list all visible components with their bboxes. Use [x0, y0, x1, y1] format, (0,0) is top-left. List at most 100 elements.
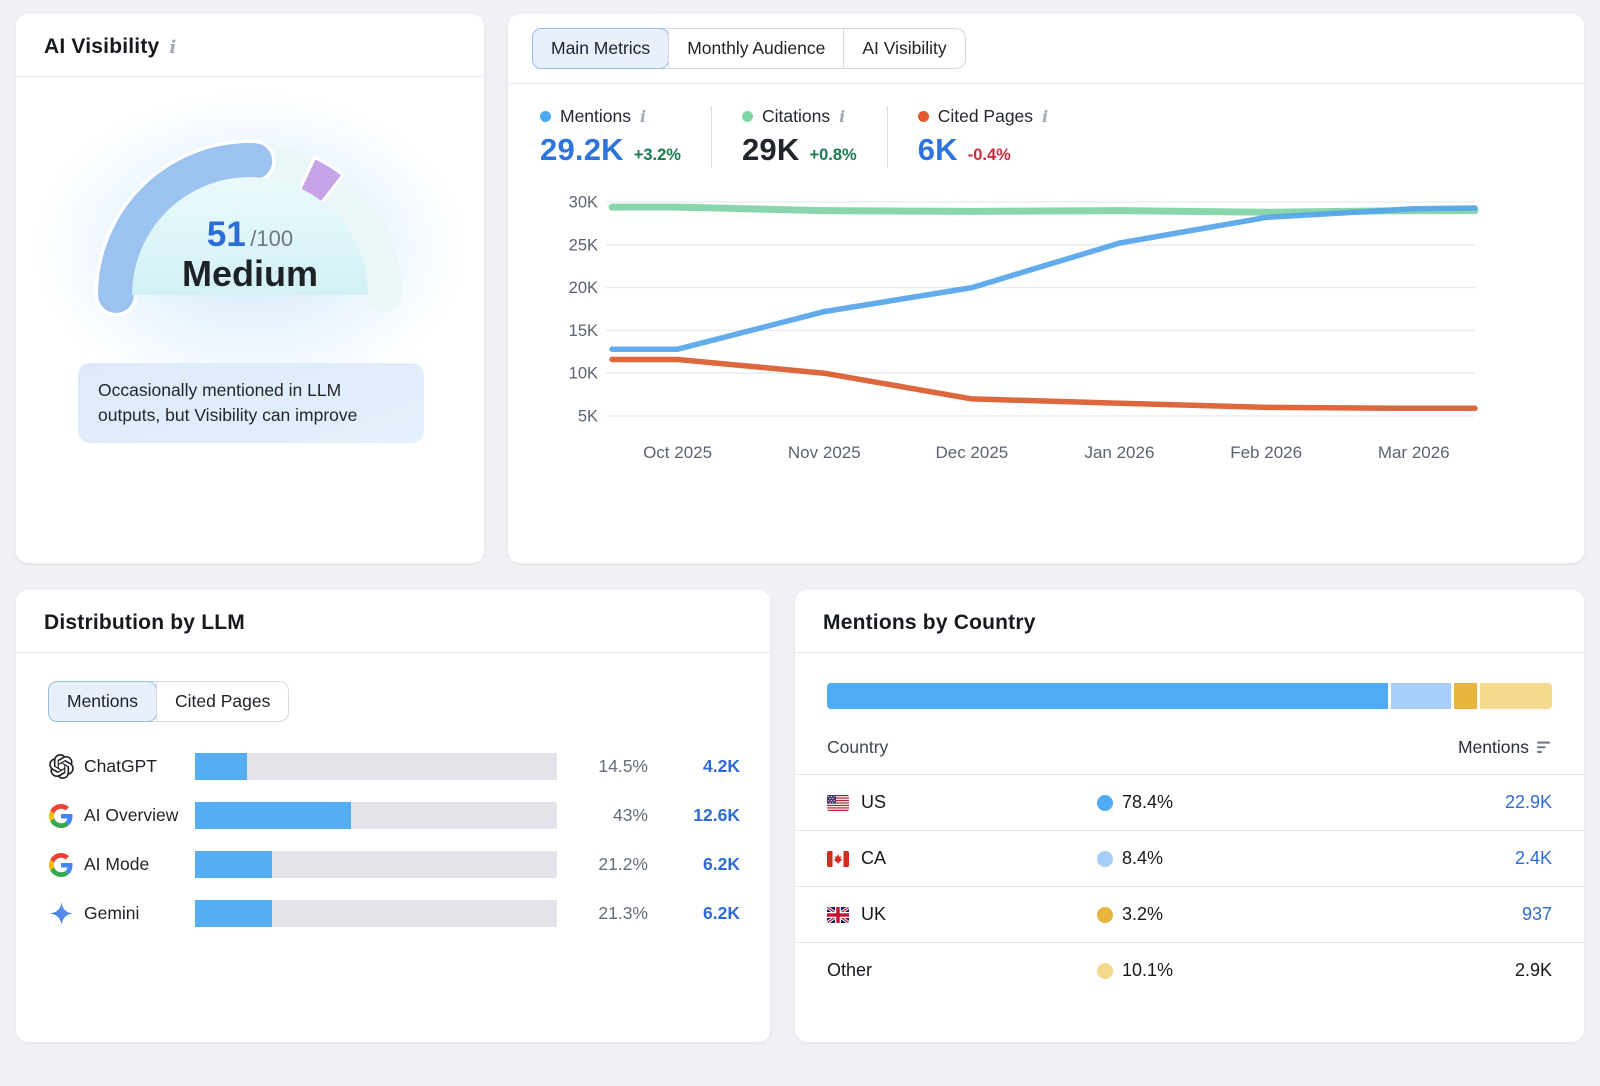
distribution-by-llm-card: Distribution by LLM Mentions Cited Pages…: [16, 590, 770, 1042]
llm-bar-track: [195, 851, 557, 878]
stacked-segment-uk: [1454, 683, 1477, 709]
llm-name: AI Overview: [84, 805, 195, 826]
sort-desc-icon[interactable]: [1537, 741, 1552, 754]
country-row-us: US 78.4% 22.9K: [795, 774, 1584, 830]
svg-text:Nov 2025: Nov 2025: [788, 443, 861, 462]
llm-row-ai-mode: AI Mode 21.2% 6.2K: [16, 840, 770, 889]
llm-name: Gemini: [84, 903, 195, 924]
svg-text:Feb 2026: Feb 2026: [1230, 443, 1302, 462]
tab-ai-visibility[interactable]: AI Visibility: [843, 29, 964, 68]
svg-text:Oct 2025: Oct 2025: [643, 443, 712, 462]
cited-pages-dot-icon: [918, 111, 929, 122]
country-row-ca: CA 8.4% 2.4K: [795, 830, 1584, 886]
llm-row-chatgpt: ChatGPT 14.5% 4.2K: [16, 742, 770, 791]
svg-text:Mar 2026: Mar 2026: [1378, 443, 1450, 462]
metric-label: Citations: [762, 106, 830, 127]
metric-value: 29.2K: [540, 132, 624, 168]
country-table-header: Country Mentions: [795, 709, 1584, 774]
info-icon[interactable]: i: [839, 107, 845, 126]
llm-value-link[interactable]: 6.2K: [648, 854, 740, 875]
share-dot-icon: [1097, 963, 1113, 979]
svg-text:Dec 2025: Dec 2025: [935, 443, 1008, 462]
line-chart-svg: 5K10K15K20K25K30KOct 2025Nov 2025Dec 202…: [538, 180, 1554, 480]
ai-visibility-gauge: 51 /100 Medium: [80, 123, 420, 323]
column-mentions: Mentions: [1458, 737, 1529, 758]
llm-card-title: Distribution by LLM: [44, 611, 245, 635]
llm-name: ChatGPT: [84, 756, 195, 777]
llm-bar-track: [195, 753, 557, 780]
country-card-title: Mentions by Country: [823, 611, 1036, 635]
info-icon[interactable]: i: [169, 37, 176, 58]
svg-text:30K: 30K: [569, 194, 598, 212]
mentions-dot-icon: [540, 111, 551, 122]
gauge-score: 51 /100: [80, 215, 420, 255]
share-dot-icon: [1097, 851, 1113, 867]
country-code: US: [861, 792, 886, 813]
ai-visibility-header: AI Visibility i: [16, 14, 484, 77]
metric-delta: +3.2%: [634, 146, 681, 165]
google-icon: [48, 853, 74, 877]
mentions-by-country-card: Mentions by Country Country Mentions US …: [795, 590, 1584, 1042]
llm-row-gemini: Gemini 21.3% 6.2K: [16, 889, 770, 938]
country-stacked-bar: [827, 683, 1552, 709]
info-icon[interactable]: i: [1042, 107, 1048, 126]
country-percent: 3.2%: [1122, 904, 1163, 925]
llm-bar-fill: [195, 900, 272, 927]
svg-text:Jan 2026: Jan 2026: [1084, 443, 1154, 462]
country-row-other: Other 10.1% 2.9K: [795, 942, 1584, 998]
metric-delta: +0.8%: [809, 146, 856, 165]
metric-label: Cited Pages: [938, 106, 1033, 127]
tab-mentions[interactable]: Mentions: [48, 681, 157, 722]
tab-cited-pages[interactable]: Cited Pages: [156, 682, 288, 721]
llm-percent: 43%: [557, 805, 648, 826]
citations-dot-icon: [742, 111, 753, 122]
country-code: UK: [861, 904, 886, 925]
uk-flag-icon: [827, 907, 849, 923]
ai-visibility-title: AI Visibility: [44, 35, 159, 59]
info-icon[interactable]: i: [640, 107, 646, 126]
share-dot-icon: [1097, 795, 1113, 811]
llm-value-link[interactable]: 12.6K: [648, 805, 740, 826]
llm-value-link[interactable]: 6.2K: [648, 903, 740, 924]
llm-bar-fill: [195, 753, 247, 780]
country-card-header: Mentions by Country: [795, 590, 1584, 653]
country-row-uk: UK 3.2% 937: [795, 886, 1584, 942]
country-value-link[interactable]: 937: [1522, 904, 1552, 925]
llm-bar-track: [195, 802, 557, 829]
country-code: CA: [861, 848, 886, 869]
score-max: /100: [250, 226, 293, 251]
country-value-link[interactable]: 2.4K: [1515, 848, 1552, 869]
tab-main-metrics[interactable]: Main Metrics: [532, 28, 669, 69]
metrics-line-chart: 5K10K15K20K25K30KOct 2025Nov 2025Dec 202…: [538, 180, 1554, 485]
llm-bar-track: [195, 900, 557, 927]
llm-percent: 21.3%: [557, 903, 648, 924]
column-country: Country: [827, 737, 888, 758]
llm-bar-fill: [195, 851, 272, 878]
svg-text:15K: 15K: [569, 322, 598, 340]
llm-percent: 14.5%: [557, 756, 648, 777]
metric-value: 29K: [742, 132, 799, 168]
metrics-tabstrip: Main Metrics Monthly Audience AI Visibil…: [508, 14, 1584, 84]
metrics-row: Mentions i 29.2K +3.2% Citations i 29K +…: [508, 84, 1584, 168]
us-flag-icon: [827, 795, 849, 811]
svg-text:10K: 10K: [569, 365, 598, 383]
share-dot-icon: [1097, 907, 1113, 923]
svg-text:20K: 20K: [569, 279, 598, 297]
chatgpt-icon: [48, 754, 74, 779]
llm-tabstrip: Mentions Cited Pages: [48, 681, 770, 722]
svg-text:25K: 25K: [569, 236, 598, 254]
country-percent: 8.4%: [1122, 848, 1163, 869]
main-metrics-card: Main Metrics Monthly Audience AI Visibil…: [508, 14, 1584, 563]
tab-monthly-audience[interactable]: Monthly Audience: [668, 29, 843, 68]
country-value-link[interactable]: 22.9K: [1505, 792, 1552, 813]
llm-value-link[interactable]: 4.2K: [648, 756, 740, 777]
metric-citations: Citations i 29K +0.8%: [711, 106, 887, 168]
llm-percent: 21.2%: [557, 854, 648, 875]
google-icon: [48, 804, 74, 828]
country-code: Other: [827, 960, 872, 981]
llm-bar-fill: [195, 802, 351, 829]
ai-visibility-card: AI Visibility i 51 /100 Medium Occasiona…: [16, 14, 484, 563]
score-value: 51: [207, 215, 246, 254]
stacked-segment-other: [1480, 683, 1552, 709]
llm-row-ai-overview: AI Overview 43% 12.6K: [16, 791, 770, 840]
